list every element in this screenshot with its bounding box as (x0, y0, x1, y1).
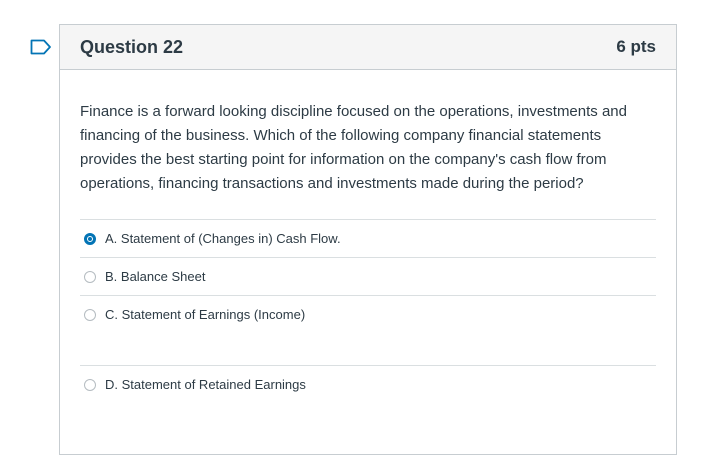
question-header: Question 22 6 pts (60, 25, 676, 70)
answer-label: B. Balance Sheet (105, 269, 206, 284)
answer-option-b[interactable]: B. Balance Sheet (80, 257, 656, 295)
answer-option-c[interactable]: C. Statement of Earnings (Income) (80, 295, 656, 365)
radio-icon[interactable] (84, 309, 96, 321)
question-card: Question 22 6 pts Finance is a forward l… (59, 24, 677, 455)
answer-label: A. Statement of (Changes in) Cash Flow. (105, 231, 341, 246)
answer-label: D. Statement of Retained Earnings (105, 377, 306, 392)
answer-option-d[interactable]: D. Statement of Retained Earnings (80, 365, 656, 403)
answer-label: C. Statement of Earnings (Income) (105, 307, 306, 322)
radio-selected-icon[interactable] (84, 233, 96, 245)
answer-list: A. Statement of (Changes in) Cash Flow. … (80, 219, 656, 403)
radio-icon[interactable] (84, 379, 96, 391)
radio-icon[interactable] (84, 271, 96, 283)
question-points: 6 pts (616, 37, 656, 56)
question-text: Finance is a forward looking discipline … (80, 103, 627, 192)
question-title: Question 22 (80, 36, 184, 57)
answer-option-a[interactable]: A. Statement of (Changes in) Cash Flow. (80, 219, 656, 257)
bookmark-flag-icon[interactable] (30, 39, 52, 55)
